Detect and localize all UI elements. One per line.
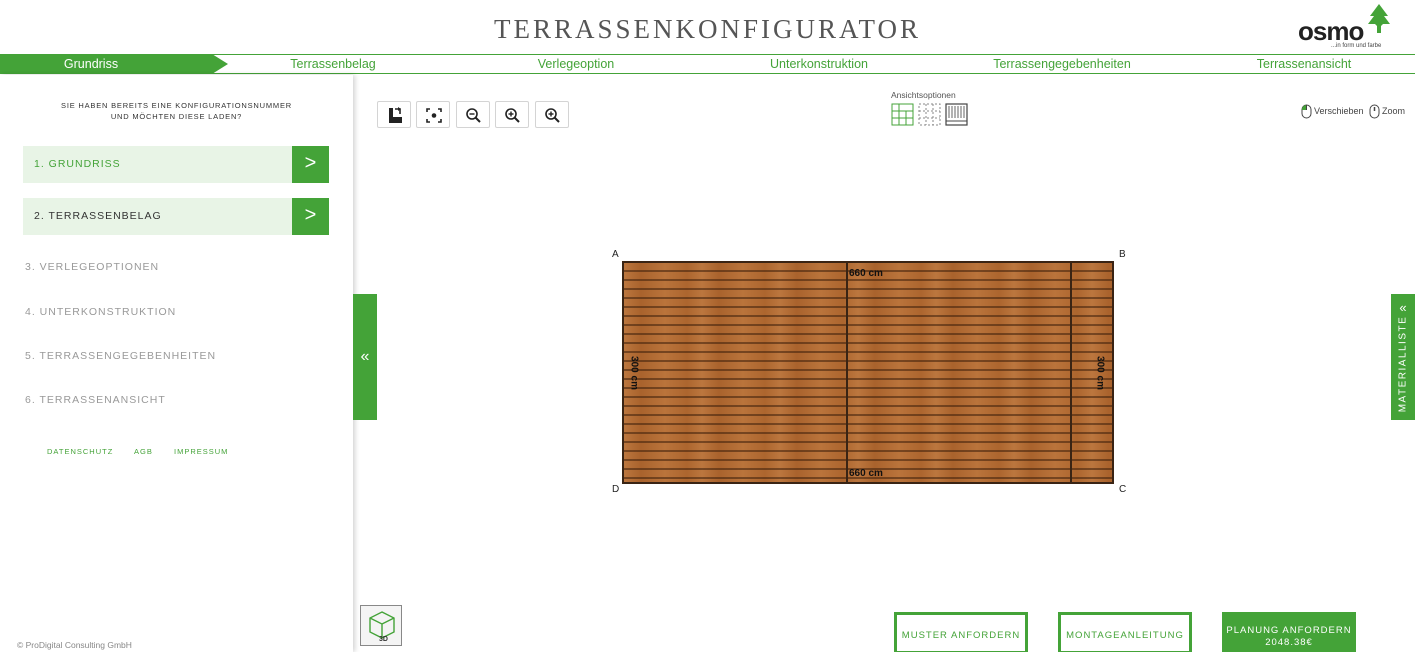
3d-label: 3D	[379, 636, 388, 642]
sidebar-item-label: 2. TERRASSENBELAG	[34, 210, 162, 222]
3d-view-button[interactable]: 3D	[360, 605, 402, 646]
sidebar-item-unterkonstruktion[interactable]: 4. UNTERKONSTRUKTION	[25, 302, 331, 322]
top-dimension: 660 cm	[849, 268, 883, 279]
grid-view-icon[interactable]	[891, 103, 914, 126]
logo-tagline: ...in form und farbe	[1331, 43, 1382, 49]
zoom-out-icon	[466, 108, 481, 123]
mouse-wheel-icon	[1369, 104, 1380, 119]
sidebar-item-label: 4. UNTERKONSTRUKTION	[25, 306, 177, 318]
left-dimension: 300 cm	[628, 356, 640, 390]
dotted-view-icon[interactable]	[918, 103, 941, 126]
sidebar-item-terrassengegebenheiten[interactable]: 5. TERRASSENGEGEBENHEITEN	[25, 346, 331, 366]
request-samples-button[interactable]: MUSTER ANFORDERN	[894, 612, 1028, 652]
material-list-tab[interactable]: « MATERIALLISTE	[1391, 294, 1415, 420]
corner-c-label: C	[1119, 484, 1127, 495]
sidebar-item-label: 6. TERRASSENANSICHT	[25, 394, 166, 406]
board-seam	[846, 263, 848, 482]
material-list-label: MATERIALLISTE	[1397, 315, 1409, 413]
step-navigation: Grundriss Terrassenbelag Verlegeoption U…	[0, 54, 1415, 74]
load-note-line2: UND MÖCHTEN DIESE LADEN?	[110, 112, 243, 121]
datenschutz-link[interactable]: DATENSCHUTZ	[47, 447, 113, 456]
tab-grundriss[interactable]: Grundriss	[64, 57, 118, 71]
view-options-label: Ansichtsoptionen	[891, 90, 956, 100]
load-configuration-link[interactable]: SIE HABEN BEREITS EINE KONFIGURATIONSNUM…	[0, 100, 353, 122]
zoom-in-icon	[505, 108, 520, 123]
impressum-link[interactable]: IMPRESSUM	[174, 447, 228, 456]
go-button-grundriss[interactable]: >	[292, 146, 329, 183]
expand-chevron-icon: «	[1399, 300, 1407, 315]
corner-b-label: B	[1119, 249, 1126, 260]
sidebar-item-verlegeoptionen[interactable]: 3. VERLEGEOPTIONEN	[25, 257, 331, 277]
zoom-hint-label: Zoom	[1382, 105, 1406, 116]
tab-verlegeoption[interactable]: Verlegeoption	[538, 57, 614, 71]
sidebar-item-label: 1. GRUNDRISS	[34, 158, 121, 170]
right-dimension: 300 cm	[1094, 356, 1106, 390]
tab-terrassengegebenheiten[interactable]: Terrassengegebenheiten	[993, 57, 1131, 71]
board-seam	[1070, 263, 1072, 482]
zoom-in-button[interactable]	[495, 101, 529, 128]
bottom-dimension: 660 cm	[849, 468, 883, 479]
pan-hint: Verschieben	[1301, 104, 1364, 119]
export-icon	[389, 107, 402, 123]
assembly-instructions-button[interactable]: MONTAGEANLEITUNG	[1058, 612, 1192, 652]
planning-price: 2048.38€	[1265, 637, 1313, 648]
sidebar-item-terrassenbelag[interactable]: 2. TERRASSENBELAG >	[23, 198, 329, 235]
tree-icon	[1368, 4, 1390, 33]
zoom-hint: Zoom	[1369, 104, 1405, 119]
load-note-line1: SIE HABEN BEREITS EINE KONFIGURATIONSNUM…	[61, 101, 292, 110]
go-button-terrassenbelag[interactable]: >	[292, 198, 329, 235]
sidebar: SIE HABEN BEREITS EINE KONFIGURATIONSNUM…	[0, 75, 353, 652]
export-button[interactable]	[377, 101, 411, 128]
tab-terrassenansicht[interactable]: Terrassenansicht	[1257, 57, 1352, 71]
request-planning-label: PLANUNG ANFORDERN	[1226, 625, 1352, 636]
fit-view-button[interactable]	[416, 101, 450, 128]
tab-terrassenbelag[interactable]: Terrassenbelag	[290, 57, 375, 71]
zoom-reset-button[interactable]	[535, 101, 569, 128]
request-planning-button[interactable]: PLANUNG ANFORDERN 2048.38€	[1222, 612, 1356, 652]
osmo-logo[interactable]: osmo ...in form und farbe	[1296, 4, 1396, 52]
fit-view-icon	[426, 108, 442, 123]
3d-cube-icon: 3D	[369, 611, 395, 642]
copyright: © ProDigital Consulting GmbH	[17, 640, 132, 650]
collapse-sidebar-button[interactable]: «	[353, 294, 377, 420]
sidebar-item-grundriss[interactable]: 1. GRUNDRISS >	[23, 146, 329, 183]
tab-unterkonstruktion[interactable]: Unterkonstruktion	[770, 57, 868, 71]
corner-a-label: A	[612, 249, 619, 260]
mouse-left-click-icon	[1301, 104, 1312, 119]
boards-view-icon[interactable]	[945, 103, 968, 126]
terrace-floorplan[interactable]: 660 cm 660 cm 300 cm 300 cm	[622, 261, 1114, 484]
view-options: Ansichtsoptionen	[891, 90, 968, 126]
sidebar-item-terrassenansicht[interactable]: 6. TERRASSENANSICHT	[25, 390, 331, 410]
sidebar-item-label: 3. VERLEGEOPTIONEN	[25, 261, 160, 273]
zoom-reset-icon	[545, 108, 560, 123]
zoom-out-button[interactable]	[456, 101, 490, 128]
app-title: TERRASSENKONFIGURATOR	[493, 14, 922, 44]
sidebar-item-label: 5. TERRASSENGEGEBENHEITEN	[25, 350, 217, 362]
corner-d-label: D	[612, 484, 620, 495]
agb-link[interactable]: AGB	[134, 447, 153, 456]
pan-hint-label: Verschieben	[1314, 105, 1364, 116]
